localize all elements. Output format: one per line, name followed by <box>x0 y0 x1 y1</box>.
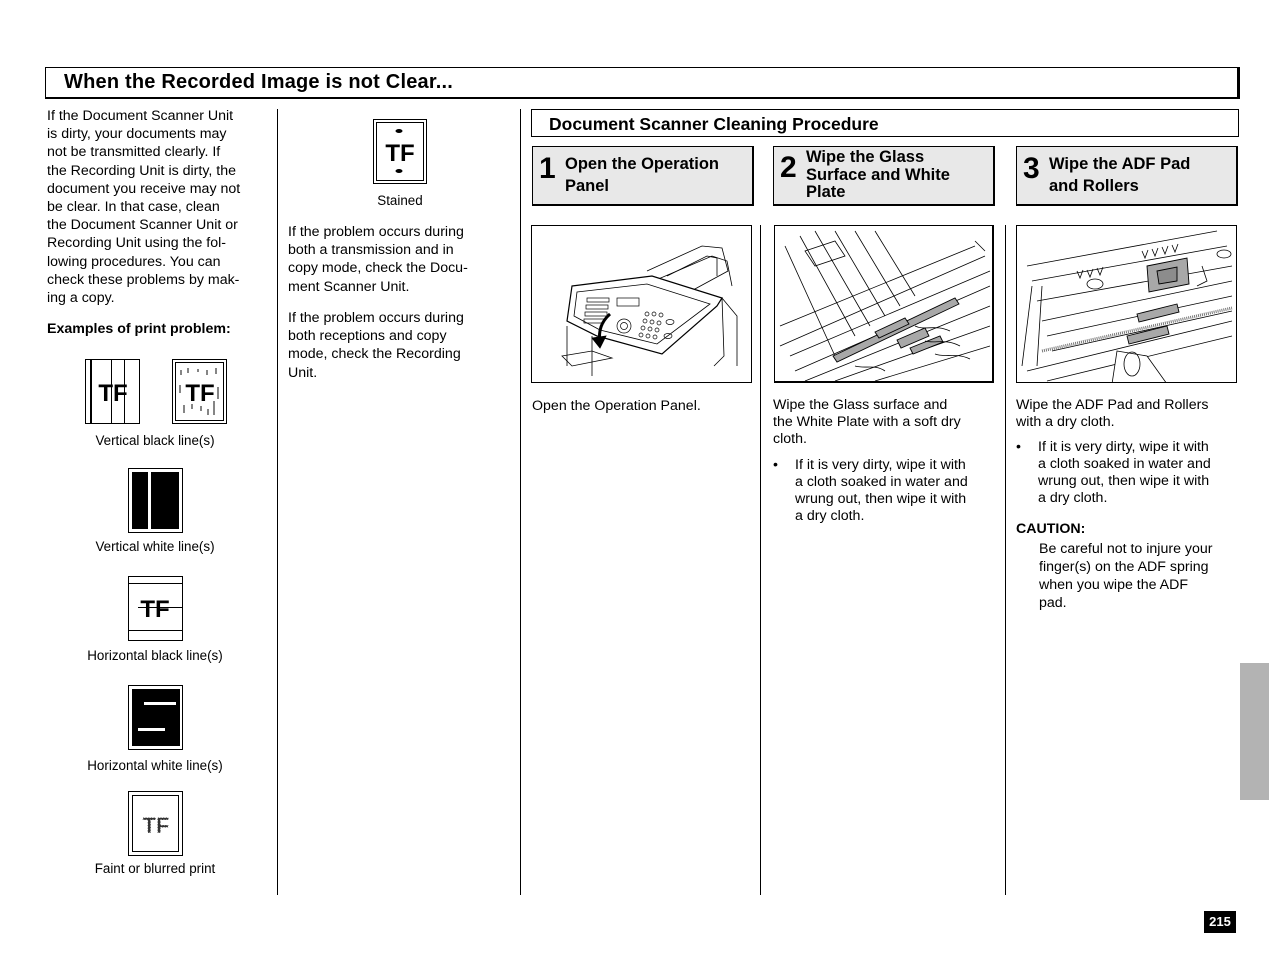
example-caption: Vertical black line(s) <box>95 433 215 448</box>
step-label: Wipe the ADF Pad and Rollers <box>1049 155 1190 195</box>
glass-surface-white-plate-illustration <box>774 225 994 383</box>
horizontal-white-lines-sample-icon <box>128 685 183 750</box>
bullet-icon: • <box>1016 439 1021 455</box>
text-line: Be careful not to injure your <box>1039 541 1213 557</box>
text-line: mode, check the Recording <box>288 346 461 363</box>
intro-line: is dirty, your documents may <box>47 126 227 143</box>
text-line: the White Plate with a soft dry <box>773 414 961 430</box>
sample-text: TF <box>185 380 214 407</box>
vertical-black-streaks-sample-icon: TF <box>172 359 227 424</box>
example-caption: Vertical white line(s) <box>95 539 215 554</box>
vertical-white-lines-sample-icon <box>128 468 183 533</box>
text-line: a cloth soaked in water and <box>1038 456 1211 472</box>
text-line: copy mode, check the Docu- <box>288 260 468 277</box>
page-title-box: When the Recorded Image is not Clear... <box>45 67 1240 99</box>
sample-text: TF <box>385 140 414 167</box>
examples-heading: Examples of print problem: <box>47 321 231 337</box>
open-operation-panel-illustration <box>531 225 752 383</box>
step-number: 2 <box>780 151 797 184</box>
text-line: a dry cloth. <box>1038 490 1108 506</box>
step-2-bullet: • If it is very dirty, wipe it with a cl… <box>773 457 1003 525</box>
intro-line: lowing procedures. You can <box>47 253 221 270</box>
step-3-bullet: • If it is very dirty, wipe it with a cl… <box>1016 439 1256 507</box>
caution-text: Be careful not to injure your finger(s) … <box>1039 540 1259 612</box>
step-label-line: Surface and White <box>806 165 950 184</box>
step-number: 3 <box>1023 152 1040 185</box>
text-line: pad. <box>1039 595 1067 611</box>
vertical-black-lines-sample-icon: TF <box>85 359 140 424</box>
step-3-description: Wipe the ADF Pad and Rollers with a dry … <box>1016 397 1246 431</box>
step-label-line: Panel <box>565 177 610 195</box>
intro-line: document you receive may not <box>47 180 241 197</box>
adf-pad-rollers-illustration <box>1016 225 1237 383</box>
text-line: finger(s) on the ADF spring <box>1039 559 1209 575</box>
intro-line: the Document Scanner Unit or <box>47 217 238 234</box>
step-3-header: 3 Wipe the ADF Pad and Rollers <box>1016 146 1238 206</box>
step-1-description: Open the Operation Panel. <box>532 397 752 415</box>
step-number: 1 <box>539 152 556 185</box>
step-label-line: Plate <box>806 183 846 201</box>
text-line: a cloth soaked in water and <box>795 474 968 490</box>
column-divider <box>277 109 278 895</box>
reception-check-paragraph: If the problem occurs during both recept… <box>288 309 508 382</box>
intro-line: the Recording Unit is dirty, the <box>47 162 236 179</box>
intro-line: check these problems by mak- <box>47 271 240 288</box>
step-label-line: Wipe the ADF Pad <box>1049 155 1191 173</box>
intro-line: not be transmitted clearly. If <box>47 144 221 161</box>
text-line: Wipe the ADF Pad and Rollers <box>1016 397 1209 413</box>
text-line: both a transmission and in <box>288 242 454 259</box>
step-2-header: 2 Wipe the Glass Surface and White Plate <box>773 146 995 206</box>
step-label-line: Open the Operation <box>565 155 720 173</box>
sample-text: TF <box>98 380 127 407</box>
text-line: If the problem occurs during <box>288 224 464 240</box>
procedure-title-box: Document Scanner Cleaning Procedure <box>531 109 1239 137</box>
sample-text: TF <box>140 596 169 623</box>
text-line: ment Scanner Unit. <box>288 278 410 295</box>
text-line: If the problem occurs during <box>288 310 464 326</box>
text-line: Open the Operation Panel. <box>532 398 701 414</box>
text-line: If it is very dirty, wipe it with <box>795 457 966 473</box>
text-line: when you wipe the ADF <box>1039 577 1189 593</box>
text-line: Wipe the Glass surface and <box>773 397 948 413</box>
transmission-check-paragraph: If the problem occurs during both a tran… <box>288 223 508 296</box>
text-line: wrung out, then wipe it with <box>1038 473 1210 489</box>
stained-sample-icon: TF <box>373 119 427 184</box>
example-caption: Horizontal white line(s) <box>87 758 223 773</box>
intro-line: ing a copy. <box>47 290 115 307</box>
example-caption: Horizontal black line(s) <box>87 648 223 663</box>
sample-text: TF <box>143 813 170 838</box>
intro-paragraph: If the Document Scanner Unit is dirty, y… <box>47 107 269 307</box>
section-tab-marker <box>1240 663 1269 800</box>
example-caption: Stained <box>377 193 423 208</box>
text-line: with a dry cloth. <box>1016 414 1115 430</box>
text-line: a dry cloth. <box>795 508 865 524</box>
step-2-description: Wipe the Glass surface and the White Pla… <box>773 397 998 448</box>
procedure-title: Document Scanner Cleaning Procedure <box>549 114 879 134</box>
intro-line: If the Document Scanner Unit <box>47 108 234 124</box>
caution-heading: CAUTION: <box>1016 521 1086 537</box>
horizontal-black-lines-sample-icon: TF <box>128 576 183 641</box>
column-divider <box>1005 225 1006 895</box>
step-label-line: and Rollers <box>1049 177 1139 195</box>
step-label: Open the Operation Panel <box>565 155 719 195</box>
intro-line: be clear. In that case, clean <box>47 199 220 216</box>
intro-line: Recording Unit using the fol- <box>47 235 227 252</box>
page-number: 215 <box>1204 911 1236 933</box>
text-line: Unit. <box>288 364 318 381</box>
column-divider <box>760 225 761 895</box>
step-label: Wipe the Glass Surface and White Plate <box>806 148 950 202</box>
text-line: cloth. <box>773 431 807 447</box>
text-line: If it is very dirty, wipe it with <box>1038 439 1209 455</box>
step-1-header: 1 Open the Operation Panel <box>532 146 754 206</box>
page-title: When the Recorded Image is not Clear... <box>64 71 453 93</box>
step-label-line: Wipe the Glass <box>806 148 925 166</box>
faint-print-sample-icon: TF <box>128 791 183 856</box>
example-caption: Faint or blurred print <box>94 861 216 876</box>
text-line: both receptions and copy <box>288 328 447 345</box>
bullet-icon: • <box>773 457 778 473</box>
column-divider <box>520 109 521 895</box>
text-line: wrung out, then wipe it with <box>795 491 967 507</box>
